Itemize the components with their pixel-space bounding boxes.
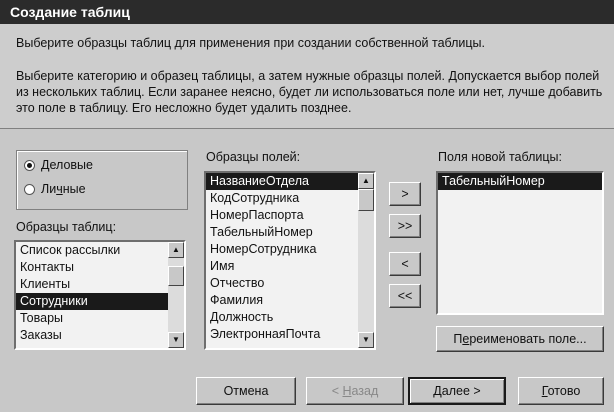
radio-business[interactable]: Деловые: [24, 158, 93, 172]
window-title: Создание таблиц: [0, 0, 614, 24]
radio-business-label: Деловые: [41, 158, 93, 172]
scroll-up-arrow-icon[interactable]: ▲: [168, 242, 184, 258]
scroll-down-arrow-icon[interactable]: ▼: [358, 332, 374, 348]
sample-table-item-selected[interactable]: Сотрудники: [16, 293, 184, 310]
next-button[interactable]: Далее >: [408, 377, 506, 405]
new-field-item-selected[interactable]: ТабельныйНомер: [438, 173, 602, 190]
add-field-button[interactable]: >: [389, 182, 421, 206]
sample-field-item[interactable]: НомерПаспорта: [206, 207, 374, 224]
sample-field-item[interactable]: Имя: [206, 258, 374, 275]
sample-field-item[interactable]: Должность: [206, 309, 374, 326]
scroll-up-arrow-icon[interactable]: ▲: [358, 173, 374, 189]
sample-fields-scrollbar[interactable]: ▲ ▼: [358, 173, 374, 348]
rename-field-button[interactable]: Переименовать поле...: [436, 326, 604, 352]
sample-table-item[interactable]: Клиенты: [16, 276, 184, 293]
radio-business-indicator[interactable]: [24, 159, 35, 171]
sample-tables-scrollbar[interactable]: ▲ ▼: [168, 242, 184, 348]
header-description: Выберите образцы таблиц для применения п…: [16, 36, 486, 50]
scroll-thumb[interactable]: [168, 266, 184, 286]
sample-field-item[interactable]: Отчество: [206, 275, 374, 292]
radio-personal[interactable]: Личные: [24, 182, 86, 196]
sample-fields-label: Образцы полей:: [206, 150, 301, 164]
sample-field-item[interactable]: Фамилия: [206, 292, 374, 309]
sample-field-item-selected[interactable]: НазваниеОтдела: [206, 173, 374, 190]
remove-all-fields-button[interactable]: <<: [389, 284, 421, 308]
new-fields-list[interactable]: ТабельныйНомер: [436, 171, 604, 315]
new-fields-label: Поля новой таблицы:: [438, 150, 562, 164]
back-button[interactable]: < Назад: [306, 377, 404, 405]
finish-button[interactable]: Готово: [518, 377, 604, 405]
sample-tables-list[interactable]: Список рассылки Контакты Клиенты Сотрудн…: [14, 240, 186, 350]
sample-fields-list[interactable]: НазваниеОтдела КодСотрудника НомерПаспор…: [204, 171, 376, 350]
add-all-fields-button[interactable]: >>: [389, 214, 421, 238]
sample-field-item[interactable]: ЭлектроннаяПочта: [206, 326, 374, 343]
radio-personal-indicator[interactable]: [24, 183, 35, 195]
cancel-button[interactable]: Отмена: [196, 377, 296, 405]
sample-table-item[interactable]: Список рассылки: [16, 242, 184, 259]
header-instructions: Выберите категорию и образец таблицы, а …: [16, 69, 603, 115]
sample-field-item[interactable]: КодСотрудника: [206, 190, 374, 207]
sample-tables-label: Образцы таблиц:: [16, 220, 117, 234]
remove-field-button[interactable]: <: [389, 252, 421, 276]
sample-table-item[interactable]: Товары: [16, 310, 184, 327]
scroll-thumb[interactable]: [358, 189, 374, 211]
sample-table-item[interactable]: Контакты: [16, 259, 184, 276]
sample-field-item[interactable]: ТабельныйНомер: [206, 224, 374, 241]
sample-field-item[interactable]: НомерСотрудника: [206, 241, 374, 258]
radio-personal-label: Личные: [41, 182, 86, 196]
scroll-down-arrow-icon[interactable]: ▼: [168, 332, 184, 348]
wizard-header: Выберите образцы таблиц для применения п…: [0, 24, 614, 129]
sample-table-item[interactable]: Заказы: [16, 327, 184, 344]
